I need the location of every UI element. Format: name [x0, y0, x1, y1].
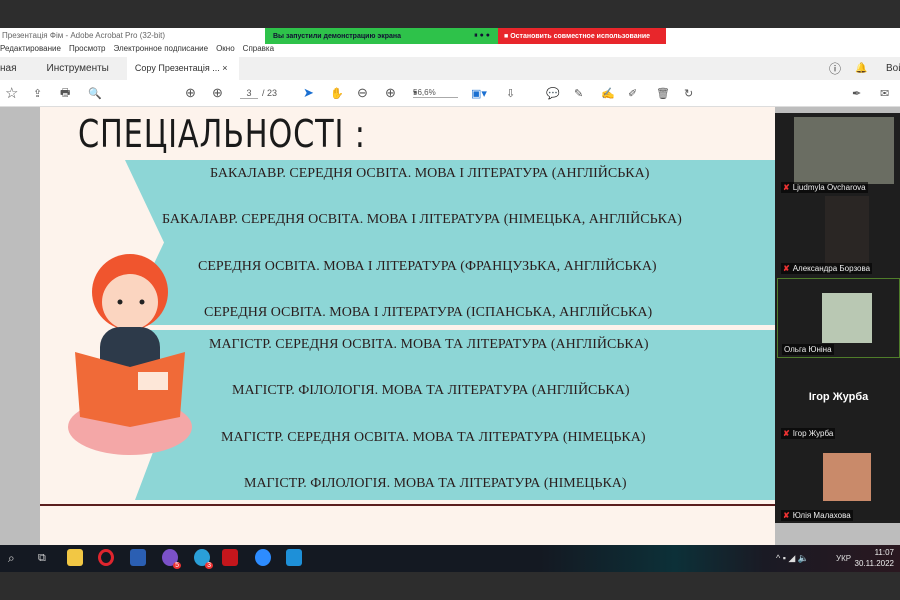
participant-name: ✘ Ігор Журба — [781, 428, 836, 439]
muted-mic-icon: ✘ — [783, 183, 790, 192]
divider-line — [40, 504, 775, 506]
clock-date: 30.11.2022 — [854, 559, 894, 568]
page-fit-icon[interactable]: ▣▾ — [471, 87, 487, 100]
muted-mic-icon: ✘ — [783, 264, 790, 273]
specialty-row: МАГІСТР. СЕРЕДНЯ ОСВІТА. МОВА ТА ЛІТЕРАТ… — [209, 337, 649, 352]
muted-mic-icon: ✘ — [783, 429, 790, 438]
sign-in-link[interactable]: Вой — [886, 63, 900, 74]
participant-tile[interactable]: ✘ Юлія Малахова — [777, 443, 900, 523]
tab-tools[interactable]: Инструменты — [39, 63, 117, 74]
participant-label: Ігор Журба — [808, 391, 869, 403]
telegram-badge: 3 — [205, 562, 213, 569]
participant-name: ✘ Ljudmyla Ovcharova — [781, 182, 868, 193]
menu-bar: Редактирование Просмотр Электронное подп… — [0, 44, 900, 57]
specialty-row: БАКАЛАВР. СЕРЕДНЯ ОСВІТА. МОВА І ЛІТЕРАТ… — [162, 212, 682, 227]
scroll-mode-icon[interactable]: ⇩ — [506, 87, 515, 100]
specialty-row: СЕРЕДНЯ ОСВІТА. МОВА І ЛІТЕРАТУРА (ФРАНЦ… — [198, 259, 657, 274]
toolbar: ☆ ⇪ 🖶 🔍 ⊕ ⊕ 3 / 23 ➤ ✋ ⊖ ⊕ 56,6% ▾ ▣▾ ⇩ … — [0, 80, 900, 107]
screen-share-bar: Вы запустили демонстрацию экрана ⏸ ● ● ■ … — [265, 28, 666, 44]
upload-icon[interactable]: ⇪ — [33, 87, 42, 100]
share-controls-icon[interactable]: ⏸ ● ● — [474, 32, 490, 40]
stamp-icon[interactable]: ✐ — [628, 87, 637, 100]
prev-page-icon[interactable]: ⊕ — [185, 85, 196, 101]
print-icon[interactable]: 🖶 — [60, 84, 70, 103]
slide-heading: СПЕЦІАЛЬНОСТІ : — [78, 112, 366, 156]
specialty-row: МАГІСТР. ФІЛОЛОГІЯ. МОВА ТА ЛІТЕРАТУРА (… — [232, 383, 630, 398]
clock[interactable]: 11:07 30.11.2022 — [855, 547, 894, 569]
word-icon[interactable] — [130, 549, 146, 566]
zoom-icon[interactable] — [255, 549, 271, 566]
help-icon[interactable]: ⓘ — [829, 60, 841, 77]
rotate-icon[interactable]: ↻ — [684, 87, 693, 100]
tray-icons[interactable]: ^ ▪ ◢ 🔈 — [776, 553, 809, 564]
opera-icon[interactable] — [98, 549, 114, 566]
menu-help[interactable]: Справка — [243, 44, 274, 57]
menu-edit[interactable]: Редактирование — [0, 44, 61, 57]
tab-bar: ная Инструменты Copy Презентація ... × ⓘ… — [0, 57, 900, 80]
menu-esign[interactable]: Электронное подписание — [114, 44, 209, 57]
teal-banner-master — [135, 330, 775, 500]
menu-view[interactable]: Просмотр — [69, 44, 106, 57]
select-tool-icon[interactable]: ➤ — [303, 85, 314, 101]
specialty-row: БАКАЛАВР. СЕРЕДНЯ ОСВІТА. МОВА І ЛІТЕРАТ… — [210, 166, 650, 181]
participant-tile[interactable]: Ольга Юніна — [777, 278, 900, 358]
page-input[interactable]: 3 — [240, 88, 258, 99]
search-icon[interactable]: 🔍 — [88, 87, 102, 100]
telegram-icon[interactable]: 3 — [194, 549, 213, 569]
next-page-icon[interactable]: ⊕ — [212, 85, 223, 101]
zoom-in-icon[interactable]: ⊕ — [385, 85, 396, 101]
bell-icon[interactable]: 🔔 — [855, 63, 867, 74]
comment-icon[interactable]: 💬 — [546, 87, 560, 100]
zoom-value: 56,6% — [413, 88, 436, 97]
file-explorer-icon[interactable] — [67, 549, 83, 566]
participant-name: Ольга Юніна — [782, 344, 834, 355]
search-icon[interactable]: ⌕ — [8, 551, 15, 566]
app-icon[interactable] — [286, 549, 302, 566]
participants-panel: ✘ Ljudmyla Ovcharova ✘ Александра Борзова … — [775, 113, 900, 523]
specialty-row: СЕРЕДНЯ ОСВІТА. МОВА І ЛІТЕРАТУРА (ІСПАН… — [204, 305, 653, 320]
mail-icon[interactable]: ✉ — [880, 87, 889, 100]
task-view-icon[interactable]: ⧉ — [38, 552, 46, 565]
clock-time: 11:07 — [874, 548, 894, 557]
stop-share-label: Остановить совместное использование — [510, 32, 651, 40]
zoom-select[interactable]: 56,6% ▾ — [413, 88, 458, 98]
sign-icon[interactable]: ✍ — [601, 87, 615, 100]
specialty-row: МАГІСТР. ФІЛОЛОГІЯ. МОВА ТА ЛІТЕРАТУРА (… — [244, 476, 627, 491]
stop-share-button[interactable]: ■ Остановить совместное использование — [498, 28, 666, 44]
tab-document-label: Copy Презентація ... — [134, 63, 220, 73]
participant-name: ✘ Юлія Малахова — [781, 510, 853, 521]
specialty-row: МАГІСТР. СЕРЕДНЯ ОСВІТА. МОВА ТА ЛІТЕРАТ… — [221, 430, 646, 445]
participant-tile[interactable]: Ігор Журба ✘ Ігор Журба — [777, 361, 900, 441]
muted-mic-icon: ✘ — [783, 511, 790, 520]
participant-tile[interactable]: ✘ Александра Борзова — [777, 196, 900, 276]
tab-home[interactable]: ная — [0, 63, 25, 74]
menu-window[interactable]: Окно — [216, 44, 235, 57]
participant-name: ✘ Александра Борзова — [781, 263, 873, 274]
fill-sign-icon[interactable]: ✒ — [852, 87, 861, 100]
page-total: / 23 — [262, 88, 278, 98]
hand-tool-icon[interactable]: ✋ — [330, 87, 344, 100]
viber-icon[interactable]: 5 — [162, 549, 181, 569]
star-icon[interactable]: ☆ — [5, 84, 18, 102]
girl-reading-illustration — [68, 254, 192, 455]
tab-document[interactable]: Copy Презентація ... × — [126, 57, 239, 80]
acrobat-icon[interactable] — [222, 549, 238, 566]
delete-icon[interactable]: 🗑 — [656, 87, 670, 100]
zoom-out-icon[interactable]: ⊖ — [357, 85, 368, 101]
close-tab-icon[interactable]: × — [222, 63, 227, 73]
taskbar: ⌕ ⧉ 5 3 ^ ▪ ◢ 🔈 УКР — [0, 545, 900, 572]
language-indicator[interactable]: УКР — [836, 554, 851, 563]
participant-tile[interactable]: ✘ Ljudmyla Ovcharova — [777, 115, 900, 195]
teal-banner-bachelor — [125, 160, 775, 325]
highlight-icon[interactable]: ✎ — [574, 87, 583, 100]
viber-badge: 5 — [173, 562, 181, 569]
share-status: Вы запустили демонстрацию экрана — [273, 32, 402, 40]
